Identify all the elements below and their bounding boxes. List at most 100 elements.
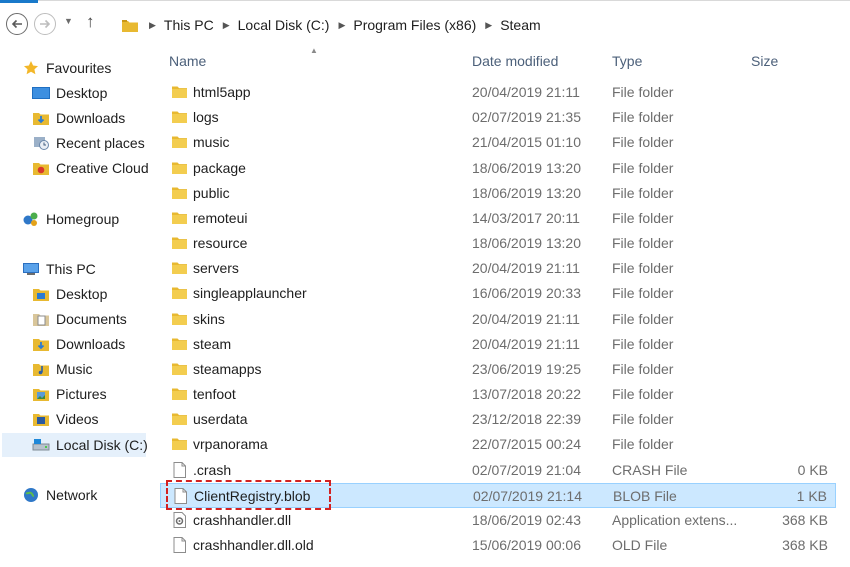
sidebar-this-pc[interactable]: This PC <box>22 258 96 280</box>
sidebar-item-local-disk[interactable]: Local Disk (C:) <box>32 434 148 456</box>
up-arrow-button[interactable]: ↑ <box>86 12 95 32</box>
file-name: resource <box>193 235 248 251</box>
file-type: File folder <box>612 84 674 100</box>
computer-icon <box>22 261 40 277</box>
sidebar-item-pc-downloads[interactable]: Downloads <box>32 333 125 355</box>
file-type: BLOB File <box>613 488 677 504</box>
file-type: File folder <box>612 185 674 201</box>
sidebar-item-creative-cloud[interactable]: Creative Cloud <box>32 157 149 179</box>
file-type: CRASH File <box>612 462 688 478</box>
table-row[interactable]: steam 20/04/2019 21:11 File folder <box>160 332 836 357</box>
homegroup-icon <box>22 211 40 227</box>
sidebar-network[interactable]: Network <box>22 484 97 506</box>
file-size: 368 KB <box>782 512 828 528</box>
ribbon-file-tab-accent <box>0 0 38 3</box>
sidebar-item-label: Videos <box>56 411 99 427</box>
file-date-modified: 02/07/2019 21:35 <box>472 109 581 125</box>
sidebar-item-pc-desktop[interactable]: Desktop <box>32 283 107 305</box>
file-type: File folder <box>612 386 674 402</box>
file-type: File folder <box>612 436 674 452</box>
file-name: public <box>193 185 230 201</box>
table-row[interactable]: package 18/06/2019 13:20 File folder <box>160 156 836 181</box>
column-header-date[interactable]: Date modified <box>472 53 558 73</box>
file-date-modified: 21/04/2015 01:10 <box>472 134 581 150</box>
breadcrumb-chevron-icon[interactable]: ▶ <box>223 20 230 31</box>
file-name: steam <box>193 336 232 352</box>
file-type: File folder <box>612 134 674 150</box>
table-row[interactable]: skins 20/04/2019 21:11 File folder <box>160 307 836 332</box>
folder-icon <box>171 436 188 452</box>
table-row[interactable]: userdata 23/12/2018 22:39 File folder <box>160 407 836 432</box>
back-button[interactable] <box>6 13 28 35</box>
folder-icon <box>171 411 188 427</box>
file-type: File folder <box>612 210 674 226</box>
breadcrumb-steam[interactable]: Steam <box>500 17 540 33</box>
column-header-type[interactable]: Type <box>612 53 642 73</box>
file-size: 0 KB <box>797 462 828 478</box>
table-row[interactable]: vrpanorama 22/07/2015 00:24 File folder <box>160 432 836 457</box>
sidebar-favourites[interactable]: Favourites <box>22 57 111 79</box>
arrow-right-icon <box>40 19 51 29</box>
sidebar-item-desktop[interactable]: Desktop <box>32 82 107 104</box>
folder-icon <box>171 361 188 377</box>
recent-locations-chevron-down-icon[interactable]: ▼ <box>64 16 73 26</box>
file-name: steamapps <box>193 361 262 377</box>
column-header-size[interactable]: Size <box>751 53 778 73</box>
sidebar-item-downloads[interactable]: Downloads <box>32 107 125 129</box>
file-type: File folder <box>612 361 674 377</box>
table-row[interactable]: steamapps 23/06/2019 19:25 File folder <box>160 357 836 382</box>
table-row[interactable]: tenfoot 13/07/2018 20:22 File folder <box>160 382 836 407</box>
forward-button[interactable] <box>34 13 56 35</box>
table-row[interactable]: crashhandler.dll 18/06/2019 02:43 Applicat… <box>160 508 836 533</box>
sidebar-homegroup[interactable]: Homegroup <box>22 208 119 230</box>
column-header-name[interactable]: Name <box>169 53 206 73</box>
sort-ascending-icon: ▲ <box>310 46 318 55</box>
file-date-modified: 18/06/2019 13:20 <box>472 235 581 251</box>
file-name: userdata <box>193 411 248 427</box>
table-row[interactable]: resource 18/06/2019 13:20 File folder <box>160 231 836 256</box>
file-icon <box>171 537 188 553</box>
table-row[interactable]: html5app 20/04/2019 21:11 File folder <box>160 80 836 105</box>
table-row[interactable]: public 18/06/2019 13:20 File folder <box>160 181 836 206</box>
sidebar-item-documents[interactable]: Documents <box>32 308 127 330</box>
breadcrumb-chevron-icon[interactable]: ▶ <box>338 20 345 31</box>
sidebar-item-label: Desktop <box>56 286 108 302</box>
table-row[interactable]: logs 02/07/2019 21:35 File folder <box>160 105 836 130</box>
sidebar-item-music[interactable]: Music <box>32 358 93 380</box>
breadcrumb-this-pc[interactable]: This PC <box>164 17 214 33</box>
sidebar-favourites-label: Favourites <box>46 60 112 76</box>
sidebar-item-recent-places[interactable]: Recent places <box>32 132 145 154</box>
sidebar-item-pictures[interactable]: Pictures <box>32 383 107 405</box>
file-name: tenfoot <box>193 386 236 402</box>
file-size: 368 KB <box>782 537 828 553</box>
file-date-modified: 18/06/2019 02:43 <box>472 512 581 528</box>
file-type: Application extens... <box>612 512 738 528</box>
table-row[interactable]: music 21/04/2015 01:10 File folder <box>160 130 836 155</box>
sidebar-item-label: Music <box>56 361 93 377</box>
folder-icon <box>171 134 188 150</box>
breadcrumb-chevron-icon[interactable]: ▶ <box>485 20 492 31</box>
folder-icon <box>171 386 188 402</box>
file-date-modified: 18/06/2019 13:20 <box>472 160 581 176</box>
file-date-modified: 20/04/2019 21:11 <box>472 311 580 327</box>
file-date-modified: 20/04/2019 21:11 <box>472 336 580 352</box>
breadcrumb: ▶ This PC ▶ Local Disk (C:) ▶ Program Fi… <box>122 15 541 35</box>
folder-icon <box>122 19 138 32</box>
file-date-modified: 02/07/2019 21:14 <box>473 488 582 504</box>
table-row[interactable]: crashhandler.dll.old 15/06/2019 00:06 OLD … <box>160 533 836 558</box>
table-row[interactable]: remoteui 14/03/2017 20:11 File folder <box>160 206 836 231</box>
breadcrumb-program-files[interactable]: Program Files (x86) <box>353 17 476 33</box>
file-type: OLD File <box>612 537 668 553</box>
table-row[interactable]: servers 20/04/2019 21:11 File folder <box>160 256 836 281</box>
sidebar-item-videos[interactable]: Videos <box>32 408 99 430</box>
file-date-modified: 13/07/2018 20:22 <box>472 386 581 402</box>
file-name: logs <box>193 109 219 125</box>
network-globe-icon <box>22 487 40 503</box>
table-row[interactable]: singleapplauncher 16/06/2019 20:33 File fo… <box>160 281 836 306</box>
file-name: vrpanorama <box>193 436 268 452</box>
dll-icon <box>171 512 188 528</box>
breadcrumb-local-disk[interactable]: Local Disk (C:) <box>238 17 330 33</box>
folder-icon <box>171 235 188 251</box>
folder-icon <box>171 210 188 226</box>
drive-icon <box>32 437 50 453</box>
